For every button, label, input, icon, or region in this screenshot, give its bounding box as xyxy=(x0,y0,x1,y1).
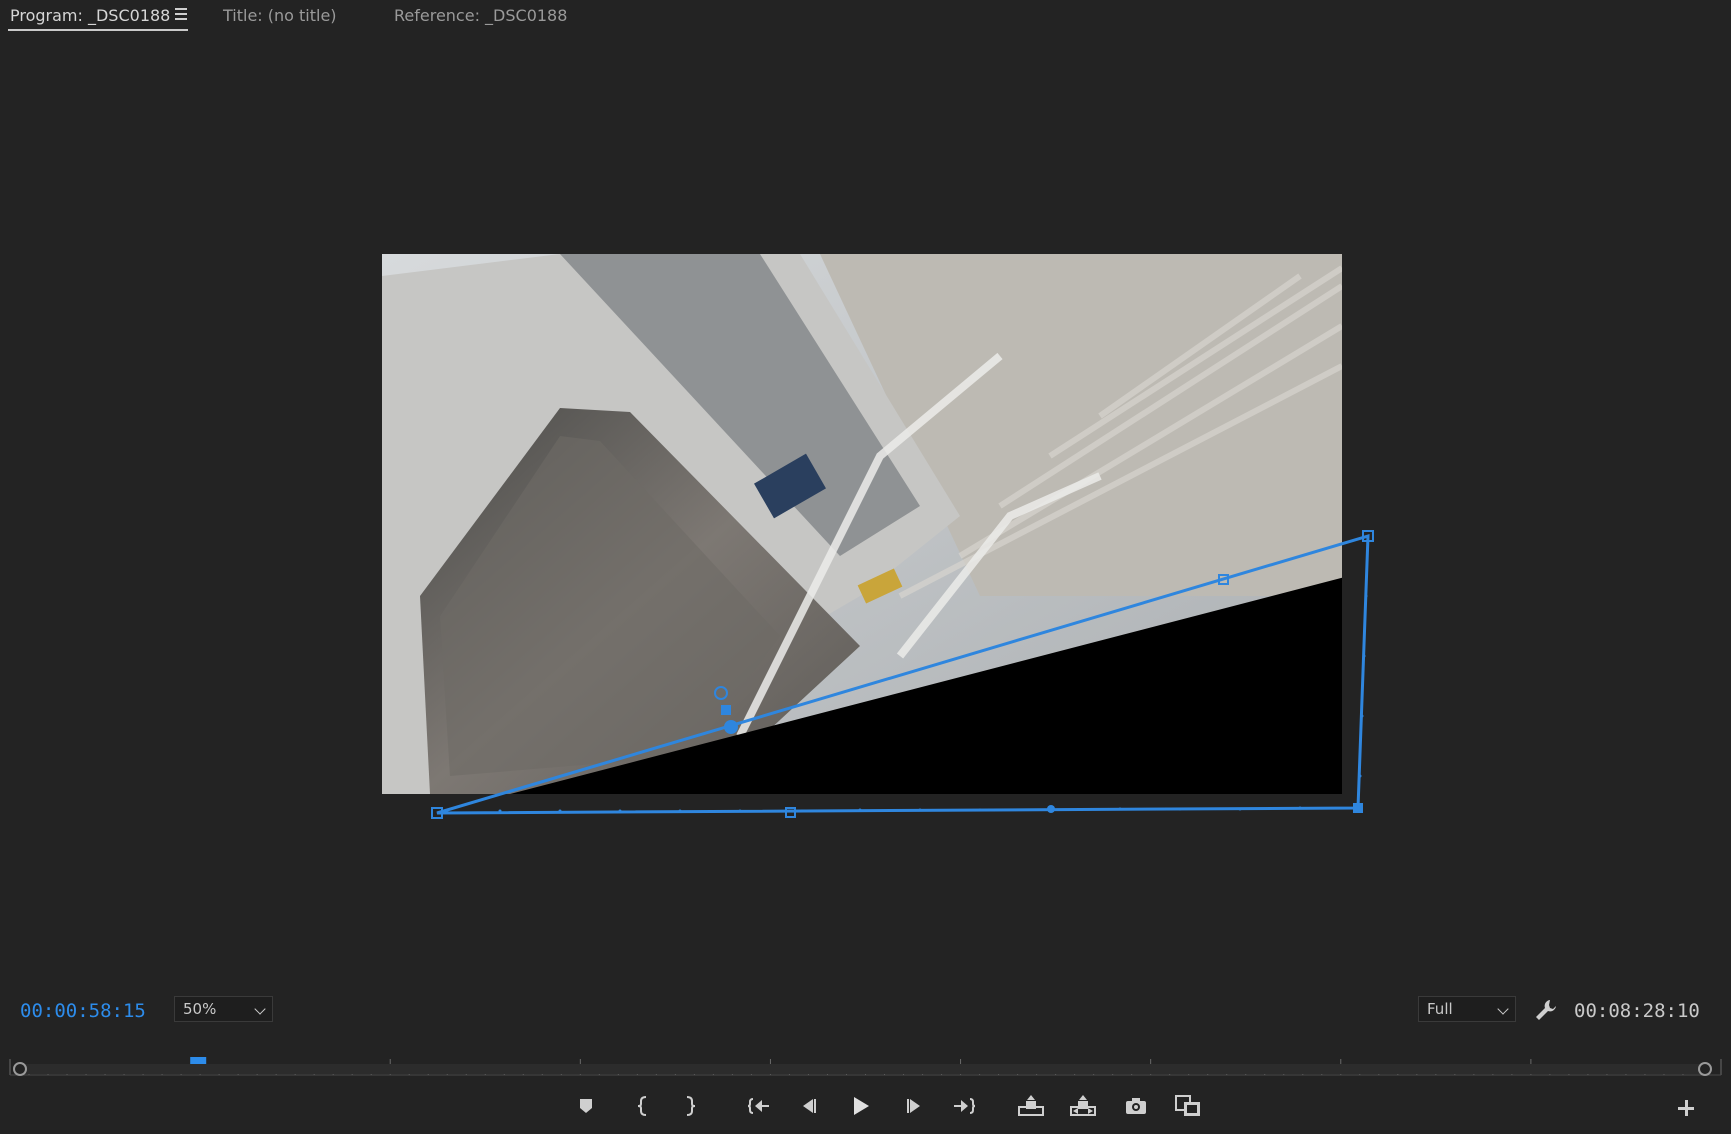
step-forward-icon[interactable] xyxy=(896,1088,932,1124)
comparison-view-icon[interactable] xyxy=(1170,1088,1206,1124)
tab-title[interactable]: Title: (no title) xyxy=(223,6,337,25)
lift-icon[interactable] xyxy=(1013,1088,1049,1124)
go-to-out-icon[interactable] xyxy=(947,1088,983,1124)
mark-out-icon[interactable] xyxy=(672,1088,708,1124)
add-marker-icon[interactable] xyxy=(568,1088,604,1124)
scroll-handle-right[interactable] xyxy=(1698,1062,1712,1076)
export-frame-icon[interactable] xyxy=(1118,1088,1154,1124)
chevron-down-icon xyxy=(254,1003,266,1015)
zoom-level-dropdown[interactable]: 50% xyxy=(174,996,273,1022)
go-to-in-icon[interactable] xyxy=(740,1088,776,1124)
mark-in-icon[interactable] xyxy=(625,1088,661,1124)
panel-menu-icon[interactable] xyxy=(175,8,187,20)
program-monitor-viewer xyxy=(0,36,1731,980)
settings-wrench-icon[interactable] xyxy=(1534,998,1558,1022)
playback-resolution-value: Full xyxy=(1427,1000,1453,1018)
active-tab-underline xyxy=(8,29,188,31)
tab-program[interactable]: Program: _DSC0188 xyxy=(10,6,170,25)
play-icon[interactable] xyxy=(843,1088,879,1124)
duration-timecode: 00:08:28:10 xyxy=(1574,1000,1700,1022)
video-image xyxy=(382,254,1342,794)
zoom-scroll-bar[interactable] xyxy=(20,1064,1706,1074)
extract-icon[interactable] xyxy=(1065,1088,1101,1124)
step-back-icon[interactable] xyxy=(791,1088,827,1124)
scroll-handle-left[interactable] xyxy=(13,1062,27,1076)
tab-reference[interactable]: Reference: _DSC0188 xyxy=(394,6,567,25)
mask-feather-handle[interactable] xyxy=(724,720,738,734)
playback-resolution-dropdown[interactable]: Full xyxy=(1418,996,1516,1022)
mask-vertex-handle[interactable] xyxy=(1353,803,1363,813)
panel-tab-bar: Program: _DSC0188 Title: (no title) Refe… xyxy=(0,0,1731,36)
video-frame xyxy=(382,254,1374,819)
button-editor-plus-icon[interactable] xyxy=(1672,1094,1700,1122)
transport-controls xyxy=(0,1088,1731,1134)
zoom-level-value: 50% xyxy=(183,1000,217,1018)
chevron-down-icon xyxy=(1497,1003,1509,1015)
current-timecode[interactable]: 00:00:58:15 xyxy=(20,1000,146,1022)
